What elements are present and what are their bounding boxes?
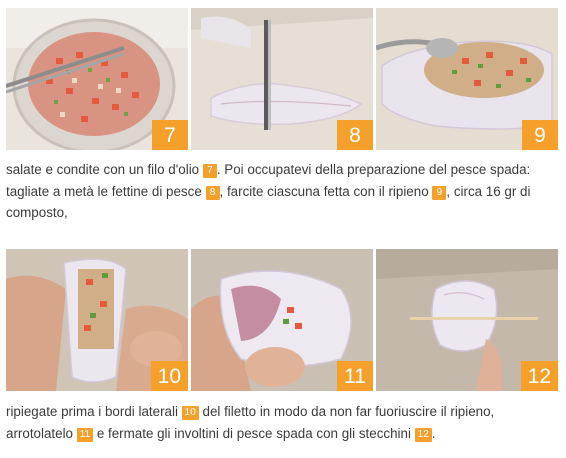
- instruction-paragraph-1: salate e condite con un filo d'olio 7. P…: [6, 159, 558, 224]
- paragraph-2-text-1: ripiegate prima i bordi laterali: [6, 404, 182, 419]
- step-photo-10: 10: [6, 249, 188, 391]
- paragraph-1-text-3: , farcite ciascuna fetta con il ripieno: [219, 183, 433, 199]
- photo-row-bottom: 10 11 12: [6, 249, 558, 391]
- step-badge-10: 10: [150, 361, 188, 391]
- instruction-paragraph-2: ripiegate prima i bordi laterali 10 del …: [6, 401, 558, 444]
- step-ref-7: 7: [202, 164, 217, 178]
- step-badge-7: 7: [152, 120, 188, 150]
- step-ref-8: 8: [205, 185, 220, 200]
- step-photo-8: 8: [191, 8, 373, 150]
- step-ref-11: 11: [76, 427, 94, 442]
- step-photo-12: 12: [376, 249, 558, 391]
- step-badge-11: 11: [337, 361, 373, 391]
- step-ref-10: 10: [181, 406, 199, 420]
- step-ref-12: 12: [414, 427, 432, 442]
- paragraph-2-text-3: e fermate gli involtini di pesce spada c…: [93, 425, 415, 441]
- step-photo-11: 11: [191, 249, 373, 391]
- step-photo-9: 9: [376, 8, 558, 150]
- photo-row-top: 7 8 9: [6, 8, 558, 150]
- step-badge-12: 12: [520, 361, 558, 391]
- paragraph-1-text-1: salate e condite con un filo d'olio: [6, 162, 203, 177]
- step-photo-7: 7: [6, 8, 188, 150]
- step-ref-9: 9: [432, 185, 447, 200]
- step-badge-9: 9: [522, 120, 558, 150]
- paragraph-2-text-4: .: [431, 425, 436, 441]
- step-badge-8: 8: [337, 120, 373, 150]
